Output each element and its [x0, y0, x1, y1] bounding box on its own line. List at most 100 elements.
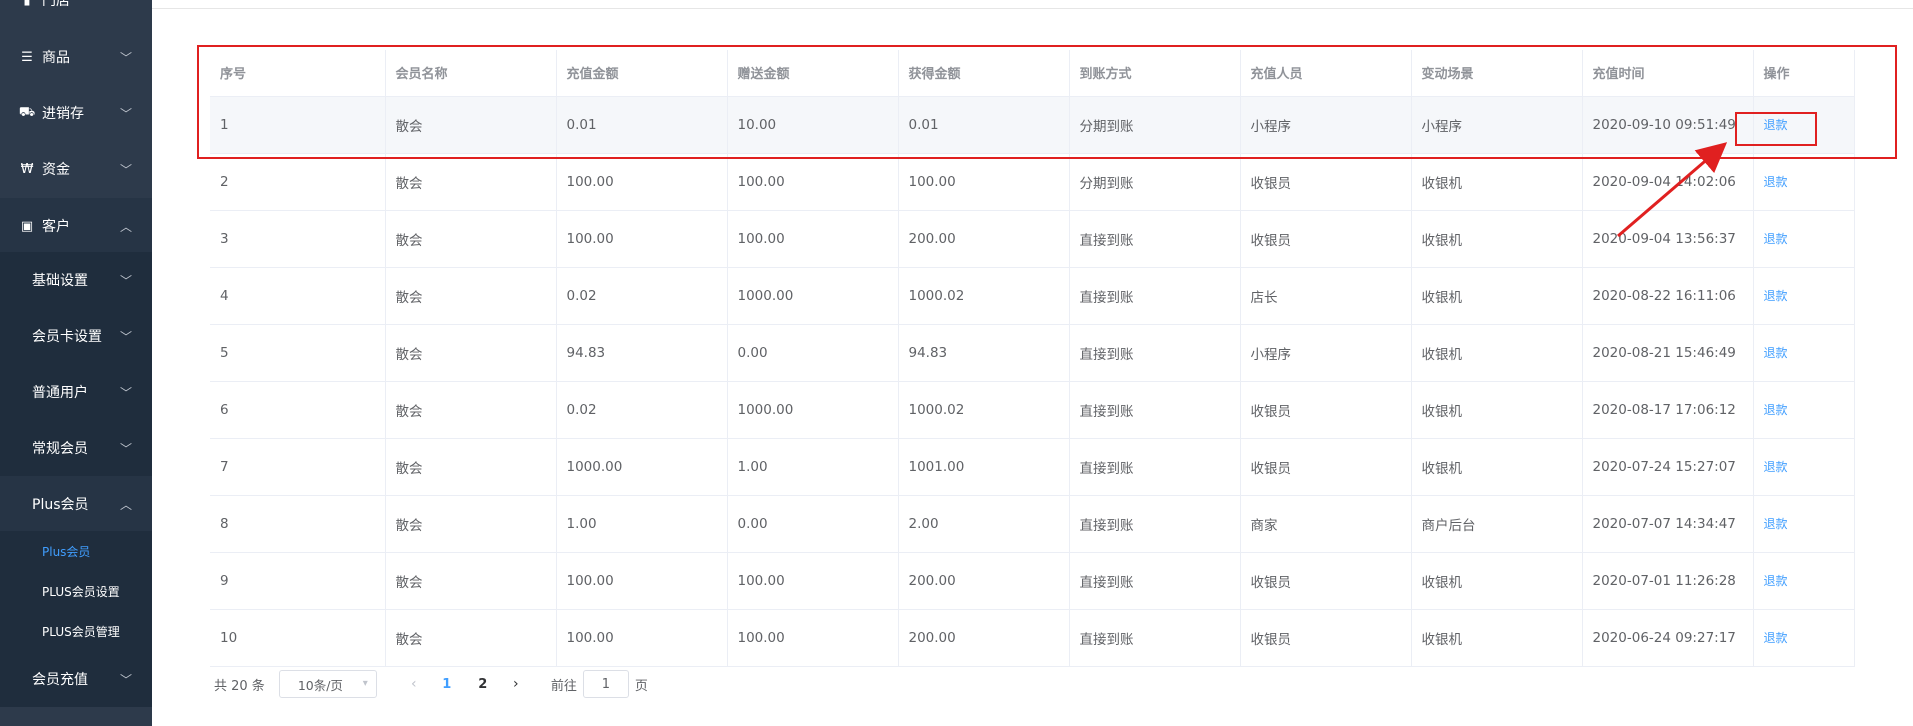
table-cell: 小程序 — [1240, 324, 1412, 382]
table-cell: 1.00 — [727, 438, 899, 496]
chevron-down-icon: ﹀ — [119, 163, 132, 177]
table-cell: 7 — [210, 438, 386, 496]
table-cell: 100.00 — [898, 153, 1070, 211]
table-cell: 2.00 — [898, 495, 1070, 553]
table-cell: 直接到账 — [1069, 438, 1241, 496]
table-cell: 商户后台 — [1411, 495, 1583, 553]
table-cell: 0.02 — [556, 381, 728, 439]
action-cell: 退款 — [1753, 210, 1855, 268]
table-cell: 2020-06-24 09:27:17 — [1582, 609, 1754, 667]
sidebar-item-goods[interactable]: ☰ 商品 ﹀ — [0, 29, 152, 85]
table-row: 7 散会 1000.00 1.00 1001.00 直接到账 收银员 收银机 2020-07-2… — [210, 438, 1855, 496]
sidebar-sub-basic[interactable]: 基础设置 ﹀ — [0, 252, 152, 308]
table-cell: 2020-07-01 11:26:28 — [1582, 552, 1754, 610]
table-cell: 200.00 — [898, 210, 1070, 268]
table-cell: 6 — [210, 381, 386, 439]
table-cell: 收银员 — [1240, 609, 1412, 667]
refund-button[interactable]: 退款 — [1764, 631, 1788, 645]
chevron-down-icon: ﹀ — [119, 386, 132, 400]
list-icon: ☰ — [21, 49, 33, 65]
action-cell: 退款 — [1753, 267, 1855, 325]
sidebar-sub-card[interactable]: 会员卡设置 ﹀ — [0, 308, 152, 364]
table-row: 8 散会 1.00 0.00 2.00 直接到账 商家 商户后台 2020-07-07 14:3… — [210, 495, 1855, 553]
sidebar-sub-recharge[interactable]: 会员充值 ﹀ — [0, 651, 152, 707]
table-cell: 散会 — [385, 438, 557, 496]
sidebar-sub-regular[interactable]: 常规会员 ﹀ — [0, 420, 152, 476]
page-2-button[interactable]: 2 — [465, 677, 501, 692]
table-cell: 直接到账 — [1069, 609, 1241, 667]
table-row: 5 散会 94.83 0.00 94.83 直接到账 小程序 收银机 2020-08-21 15… — [210, 324, 1855, 382]
table-cell: 200.00 — [898, 609, 1070, 667]
refund-button[interactable]: 退款 — [1764, 175, 1788, 189]
truck-icon: ⛟ — [18, 104, 36, 120]
table-cell: 2020-09-04 13:56:37 — [1582, 210, 1754, 268]
sidebar-sub-normal[interactable]: 普通用户 ﹀ — [0, 364, 152, 420]
sidebar: ▮ 门店 ☰ 商品 ﹀ ⛟ 进销存 ﹀ ₩ 资金 ﹀ ▣ 客户 ︿ 基础设置 ﹀… — [0, 0, 152, 726]
table-cell: 收银机 — [1411, 153, 1583, 211]
table-cell: 直接到账 — [1069, 267, 1241, 325]
total-count: 共 20 条 — [214, 678, 265, 694]
table-cell: 收银机 — [1411, 210, 1583, 268]
table-cell: 分期到账 — [1069, 153, 1241, 211]
table-cell: 收银员 — [1240, 210, 1412, 268]
sidebar-leaf-plus-settings[interactable]: PLUS会员设置 — [0, 571, 152, 611]
table-cell: 收银机 — [1411, 381, 1583, 439]
table-row: 2 散会 100.00 100.00 100.00 分期到账 收银员 收银机 2020-09-0… — [210, 153, 1855, 211]
refund-button[interactable]: 退款 — [1764, 517, 1788, 531]
table-cell: 94.83 — [898, 324, 1070, 382]
action-cell: 退款 — [1753, 381, 1855, 439]
page-1-button[interactable]: 1 — [429, 677, 465, 692]
table-cell: 10 — [210, 609, 386, 667]
table-cell: 2020-07-07 14:34:47 — [1582, 495, 1754, 553]
refund-button[interactable]: 退款 — [1764, 232, 1788, 246]
table-cell: 散会 — [385, 609, 557, 667]
table-row: 6 散会 0.02 1000.00 1000.02 直接到账 收银员 收银机 2020-08-1… — [210, 381, 1855, 439]
prev-page-button[interactable]: ‹ — [399, 676, 429, 692]
table-cell: 散会 — [385, 552, 557, 610]
annotation-row-highlight — [197, 45, 1897, 159]
sidebar-sub-plus[interactable]: Plus会员 ︿ — [0, 476, 152, 532]
refund-button[interactable]: 退款 — [1764, 574, 1788, 588]
table-cell: 9 — [210, 552, 386, 610]
table-cell: 0.00 — [727, 324, 899, 382]
table-cell: 收银员 — [1240, 438, 1412, 496]
action-cell: 退款 — [1753, 609, 1855, 667]
chevron-down-icon: ﹀ — [119, 330, 132, 344]
sidebar-item-funds[interactable]: ₩ 资金 ﹀ — [0, 141, 152, 197]
table-cell: 1.00 — [556, 495, 728, 553]
next-page-button[interactable]: › — [501, 676, 531, 692]
action-cell: 退款 — [1753, 495, 1855, 553]
currency-icon: ₩ — [20, 161, 34, 177]
table-cell: 散会 — [385, 495, 557, 553]
refund-button[interactable]: 退款 — [1764, 460, 1788, 474]
table-cell: 100.00 — [556, 552, 728, 610]
table-cell: 收银机 — [1411, 267, 1583, 325]
table-cell: 直接到账 — [1069, 210, 1241, 268]
refund-button[interactable]: 退款 — [1764, 346, 1788, 360]
table-cell: 100.00 — [727, 153, 899, 211]
sidebar-leaf-plus-manage[interactable]: PLUS会员管理 — [0, 611, 152, 651]
table-cell: 2020-09-04 14:02:06 — [1582, 153, 1754, 211]
divider — [152, 8, 1913, 9]
table-cell: 直接到账 — [1069, 495, 1241, 553]
refund-button[interactable]: 退款 — [1764, 403, 1788, 417]
page-size-select[interactable]: 10条/页 ▾ — [278, 670, 377, 698]
table-cell: 散会 — [385, 324, 557, 382]
table-cell: 1000.02 — [898, 267, 1070, 325]
sidebar-leaf-plus[interactable]: Plus会员 — [0, 531, 152, 571]
table-cell: 2020-08-17 17:06:12 — [1582, 381, 1754, 439]
table-cell: 2 — [210, 153, 386, 211]
table-cell: 100.00 — [556, 609, 728, 667]
sidebar-item-inventory[interactable]: ⛟ 进销存 ﹀ — [0, 85, 152, 141]
table-cell: 收银机 — [1411, 324, 1583, 382]
refund-button[interactable]: 退款 — [1764, 289, 1788, 303]
goto-label: 前往 — [550, 678, 577, 694]
chevron-down-icon: ﹀ — [119, 673, 132, 687]
sidebar-item-store[interactable]: ▮ 门店 — [0, 0, 152, 28]
goto-page-input[interactable] — [582, 670, 629, 698]
table-cell: 1000.00 — [727, 381, 899, 439]
chevron-down-icon: ▾ — [362, 678, 368, 689]
table-cell: 收银员 — [1240, 153, 1412, 211]
table-cell: 2020-08-21 15:46:49 — [1582, 324, 1754, 382]
sidebar-item-customer[interactable]: ▣ 客户 ︿ — [0, 198, 152, 254]
